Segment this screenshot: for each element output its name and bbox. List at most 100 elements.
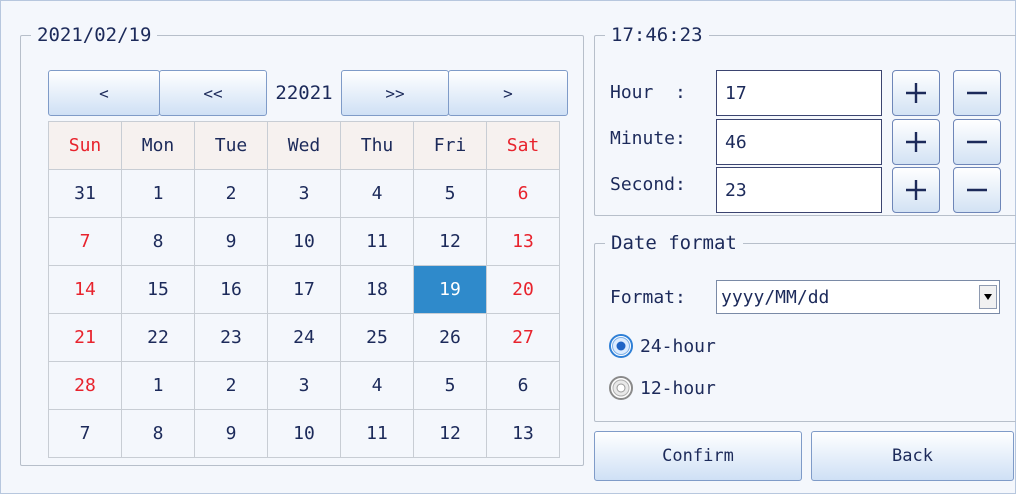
weekday-header: Sun [48, 121, 122, 170]
day-cell[interactable]: 1 [121, 169, 195, 218]
calendar-week-row: 14 15 16 17 18 19 20 [48, 265, 560, 314]
prev-year-label: << [203, 83, 223, 103]
day-cell[interactable]: 11 [340, 409, 414, 458]
next-year-button[interactable]: >> [341, 70, 449, 116]
format-select-value: yyyy/MM/dd [721, 286, 830, 308]
day-cell[interactable]: 11 [340, 217, 414, 266]
day-cell[interactable]: 2 [194, 361, 268, 410]
day-cell[interactable]: 25 [340, 313, 414, 362]
prev-year-button[interactable]: << [159, 70, 267, 116]
day-cell[interactable]: 14 [48, 265, 122, 314]
day-cell[interactable]: 20 [486, 265, 560, 314]
day-cell[interactable]: 9 [194, 409, 268, 458]
day-cell[interactable]: 6 [486, 361, 560, 410]
radio-12-hour[interactable]: 12-hour [608, 375, 716, 401]
format-label: Format: [610, 287, 686, 308]
day-cell[interactable]: 23 [194, 313, 268, 362]
day-cell[interactable]: 3 [267, 361, 341, 410]
second-input[interactable]: 23 [716, 167, 882, 213]
day-cell[interactable]: 16 [194, 265, 268, 314]
day-cell[interactable]: 28 [48, 361, 122, 410]
calendar-week-row: 21 22 23 24 25 26 27 [48, 313, 560, 362]
year-label: 22021 [268, 70, 340, 116]
hour-decrement-button[interactable] [953, 70, 1001, 116]
day-cell[interactable]: 26 [413, 313, 487, 362]
day-cell[interactable]: 5 [413, 361, 487, 410]
dropdown-arrow-icon[interactable] [979, 285, 997, 309]
radio-12-hour-label: 12-hour [640, 377, 716, 399]
minus-icon [967, 91, 987, 95]
second-label: Second: [610, 174, 686, 195]
weekday-header: Wed [267, 121, 341, 170]
weekday-header: Thu [340, 121, 414, 170]
confirm-button-label: Confirm [662, 446, 734, 466]
radio-unselected-icon[interactable] [608, 375, 634, 401]
calendar-week-row: 7 8 9 10 11 12 13 [48, 409, 560, 458]
weekday-header: Mon [121, 121, 195, 170]
confirm-button[interactable]: Confirm [594, 431, 802, 481]
second-increment-button[interactable] [892, 167, 940, 213]
day-cell[interactable]: 31 [48, 169, 122, 218]
back-button[interactable]: Back [811, 431, 1014, 481]
weekday-header: Sat [486, 121, 560, 170]
day-cell[interactable]: 12 [413, 217, 487, 266]
day-cell[interactable]: 2 [194, 169, 268, 218]
minute-input[interactable]: 46 [716, 119, 882, 165]
calendar-grid: Sun Mon Tue Wed Thu Fri Sat 31 1 2 3 4 5… [48, 121, 560, 458]
day-cell[interactable]: 7 [48, 217, 122, 266]
day-cell[interactable]: 8 [121, 409, 195, 458]
second-decrement-button[interactable] [953, 167, 1001, 213]
prev-month-button[interactable]: < [48, 70, 160, 116]
day-cell[interactable]: 27 [486, 313, 560, 362]
calendar-week-row: 28 1 2 3 4 5 6 [48, 361, 560, 410]
day-cell[interactable]: 24 [267, 313, 341, 362]
hour-input[interactable]: 17 [716, 70, 882, 116]
day-cell[interactable]: 10 [267, 409, 341, 458]
day-cell[interactable]: 21 [48, 313, 122, 362]
hour-label: Hour : [610, 82, 686, 103]
minute-increment-button[interactable] [892, 119, 940, 165]
plus-icon [906, 132, 926, 152]
back-button-label: Back [892, 446, 933, 466]
calendar-week-row: 31 1 2 3 4 5 6 [48, 169, 560, 218]
day-cell[interactable]: 4 [340, 169, 414, 218]
plus-icon [906, 180, 926, 200]
radio-selected-icon[interactable] [608, 333, 634, 359]
day-cell[interactable]: 1 [121, 361, 195, 410]
next-month-label: > [503, 83, 513, 103]
weekday-header: Fri [413, 121, 487, 170]
day-cell[interactable]: 5 [413, 169, 487, 218]
prev-month-label: < [99, 83, 109, 103]
radio-24-hour[interactable]: 24-hour [608, 333, 716, 359]
day-cell[interactable]: 10 [267, 217, 341, 266]
current-time-legend: 17:46:23 [611, 24, 703, 46]
date-format-legend: Date format [611, 232, 737, 254]
selected-day-cell[interactable]: 19 [413, 265, 487, 314]
day-cell[interactable]: 3 [267, 169, 341, 218]
day-cell[interactable]: 15 [121, 265, 195, 314]
weekday-header-row: Sun Mon Tue Wed Thu Fri Sat [48, 121, 560, 170]
day-cell[interactable]: 9 [194, 217, 268, 266]
minute-decrement-button[interactable] [953, 119, 1001, 165]
weekday-header: Tue [194, 121, 268, 170]
day-cell[interactable]: 6 [486, 169, 560, 218]
day-cell[interactable]: 7 [48, 409, 122, 458]
day-cell[interactable]: 4 [340, 361, 414, 410]
minute-label: Minute: [610, 128, 686, 149]
minus-icon [967, 188, 987, 192]
day-cell[interactable]: 12 [413, 409, 487, 458]
day-cell[interactable]: 22 [121, 313, 195, 362]
day-cell[interactable]: 18 [340, 265, 414, 314]
day-cell[interactable]: 13 [486, 217, 560, 266]
day-cell[interactable]: 13 [486, 409, 560, 458]
day-cell[interactable]: 8 [121, 217, 195, 266]
calendar-week-row: 7 8 9 10 11 12 13 [48, 217, 560, 266]
next-year-label: >> [385, 83, 405, 103]
minus-icon [967, 140, 987, 144]
day-cell[interactable]: 17 [267, 265, 341, 314]
next-month-button[interactable]: > [448, 70, 568, 116]
format-select[interactable]: yyyy/MM/dd [716, 280, 1000, 314]
selected-date-legend: 2021/02/19 [37, 24, 152, 46]
radio-24-hour-label: 24-hour [640, 335, 716, 357]
hour-increment-button[interactable] [892, 70, 940, 116]
